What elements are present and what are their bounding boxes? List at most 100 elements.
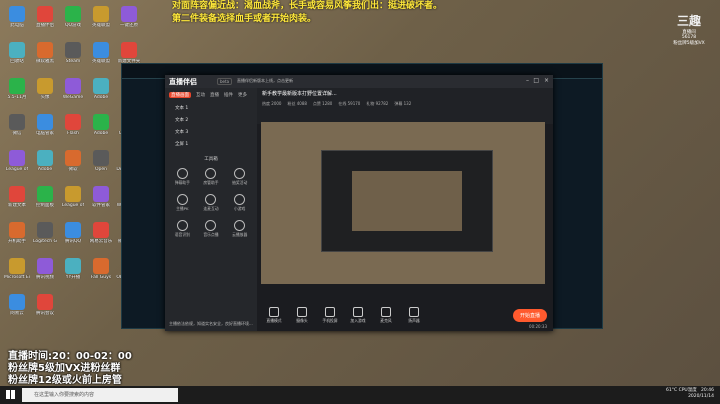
tool-item[interactable]: 主播PK (169, 194, 196, 212)
desktop-icon[interactable]: 头像 (32, 78, 58, 100)
windows-start-icon[interactable] (6, 390, 15, 399)
desktop-icon[interactable]: 腾讯QQ (60, 222, 86, 244)
tool-item[interactable]: 语音识别 (169, 220, 196, 238)
desktop-icon[interactable]: Open (88, 150, 114, 172)
desktop-icon[interactable]: Microsoft Edge (4, 258, 30, 280)
desktop-icon-label: 此电脑 (10, 23, 24, 28)
desktop-icon[interactable]: Steam (60, 42, 86, 64)
tool-item[interactable]: 连麦互动 (198, 194, 225, 212)
tool-item[interactable]: 音乐点播 (198, 220, 225, 238)
control-button[interactable]: 摄像头 (291, 307, 313, 324)
desktop-icon[interactable]: 新建文件夹 (116, 42, 142, 64)
app-icon (65, 186, 81, 202)
close-icon[interactable]: × (544, 77, 549, 84)
scene-item[interactable]: 文本 2 (165, 114, 257, 126)
go-live-button[interactable]: 开始直播 (512, 309, 547, 322)
app-icon (37, 186, 53, 202)
desktop-icon[interactable]: 电脑管家 (32, 114, 58, 136)
desktop-icon[interactable]: 网易云 (4, 294, 30, 316)
desktop-icon[interactable]: League of (60, 186, 86, 208)
app-icon (65, 6, 81, 22)
scene-item[interactable]: 全屏 1 (165, 138, 257, 150)
app-icon (93, 258, 109, 274)
stat-item: 热度 2000 (262, 101, 282, 106)
desktop-icon[interactable]: 微信 (4, 114, 30, 136)
minimize-icon[interactable]: – (526, 77, 529, 84)
desktop-icon[interactable]: 新建文本 (4, 186, 30, 208)
update-notice[interactable]: 直播伴侣新版本上线，点击更新 (237, 78, 293, 84)
app-icon (9, 150, 25, 166)
panel-tab[interactable]: 直播 (210, 92, 219, 98)
taskbar-search-input[interactable]: 在这里输入你要搜索的内容 (22, 388, 178, 402)
scene-item[interactable]: 文本 1 (165, 102, 257, 114)
desktop-icon-label: 网易云 (10, 311, 24, 316)
app-brand: 直播伴侣 (169, 78, 197, 86)
tool-label: 音乐点播 (203, 232, 219, 237)
desktop-icon[interactable]: 回收站 (4, 42, 30, 64)
app-icon (9, 222, 25, 238)
stat-item: 点赞 1280 (312, 101, 333, 106)
tool-item[interactable]: 弹幕助手 (169, 168, 196, 186)
system-tray: 61°C CPU温度 20:46 2020/11/14 (666, 388, 714, 400)
control-bar: 直播模式 摄像头 手机投屏 加入游戏 麦克风 扬声器 开始直播 (257, 300, 553, 331)
desktop-icon-label: 英雄联盟 (92, 59, 110, 64)
maximize-icon[interactable]: □ (533, 77, 539, 84)
desktop-icon[interactable]: 英雄联盟 (88, 6, 114, 28)
desktop-icon[interactable]: 腾讯视频 (32, 258, 58, 280)
scene-item[interactable]: 文本 3 (165, 126, 257, 138)
desktop-icon[interactable]: 开机助手 (4, 222, 30, 244)
desktop-icon[interactable]: YY开播 (60, 258, 86, 280)
panel-tab[interactable]: 插件 (224, 92, 233, 98)
desktop-icon[interactable]: 控制面板 (32, 186, 58, 208)
desktop-icon-label: Adobe (93, 95, 109, 100)
desktop-icon[interactable]: WeGame (60, 78, 86, 100)
desktop-icon[interactable]: Logitech G (32, 222, 58, 244)
live-companion-window[interactable]: 直播伴侣 beta 直播伴侣新版本上线，点击更新 – □ × 直播画面 互动 直播插… (165, 75, 553, 331)
stat-item: 粉丝 4088 (287, 101, 307, 106)
stat-item: 在线 59170 (338, 101, 361, 106)
tool-icon (176, 168, 188, 179)
control-button[interactable]: 直播模式 (263, 307, 285, 324)
app-titlebar[interactable]: 直播伴侣 beta 直播伴侣新版本上线，点击更新 – □ × (165, 75, 553, 88)
desktop-icon[interactable]: 一键还原 (116, 6, 142, 28)
panel-tab[interactable]: 直播画面 (169, 92, 191, 98)
tool-item[interactable]: 房管助手 (198, 168, 225, 186)
desktop-icon[interactable]: Adobe (88, 78, 114, 100)
control-button[interactable]: 麦克风 (375, 307, 397, 324)
desktop-icon[interactable]: 网易云音乐 (88, 222, 114, 244)
desktop-icon[interactable]: 腾讯会议 (32, 294, 58, 316)
tool-icon (234, 168, 246, 179)
desktop-icon-label: Logitech G (32, 239, 58, 244)
desktop-icon[interactable]: Adobe (88, 114, 114, 136)
tool-label: 弹幕助手 (174, 180, 190, 185)
control-button[interactable]: 手机投屏 (319, 307, 341, 324)
control-button[interactable]: 加入游戏 (347, 307, 369, 324)
desktop-icon[interactable]: 英雄联盟 (88, 42, 114, 64)
desktop-icon[interactable]: 5.5-11月 (4, 78, 30, 100)
clock-time[interactable]: 20:46 (701, 388, 714, 393)
tool-label: 主播PK (176, 206, 189, 211)
desktop-icon[interactable]: Flash (60, 114, 86, 136)
desktop-icon[interactable]: 直播伴侣 (32, 6, 58, 28)
clock-date[interactable]: 2020/11/14 (666, 394, 714, 400)
desktop-icon[interactable]: Adobe (32, 150, 58, 172)
app-icon (93, 114, 109, 130)
stream-preview[interactable] (261, 122, 545, 284)
desktop-icon[interactable]: 软件管家 (88, 186, 114, 208)
app-icon (37, 258, 53, 274)
control-button[interactable]: 扬声器 (403, 307, 425, 324)
desktop-icon[interactable]: League of (4, 150, 30, 172)
desktop-icon-label: 开机助手 (8, 239, 26, 244)
panel-tab[interactable]: 更多 (238, 92, 247, 98)
desktop-icon[interactable]: 微软 (60, 150, 86, 172)
tool-item[interactable]: 小游戏 (226, 194, 253, 212)
desktop-icon[interactable]: Fall Guys (88, 258, 114, 280)
stream-title[interactable]: 新手教学最新版本打野位置详解... (262, 90, 548, 97)
desktop-icon[interactable]: QQ游戏 (60, 6, 86, 28)
fan-line-1: 粉丝牌5级加VX进粉丝群 (8, 363, 121, 374)
tool-item[interactable]: 云播放器 (226, 220, 253, 238)
tool-item[interactable]: 抽奖活动 (226, 168, 253, 186)
desktop-icon[interactable]: 此电脑 (4, 6, 30, 28)
panel-tab[interactable]: 互动 (196, 92, 205, 98)
desktop-icon[interactable]: 微软雅黑 (32, 42, 58, 64)
